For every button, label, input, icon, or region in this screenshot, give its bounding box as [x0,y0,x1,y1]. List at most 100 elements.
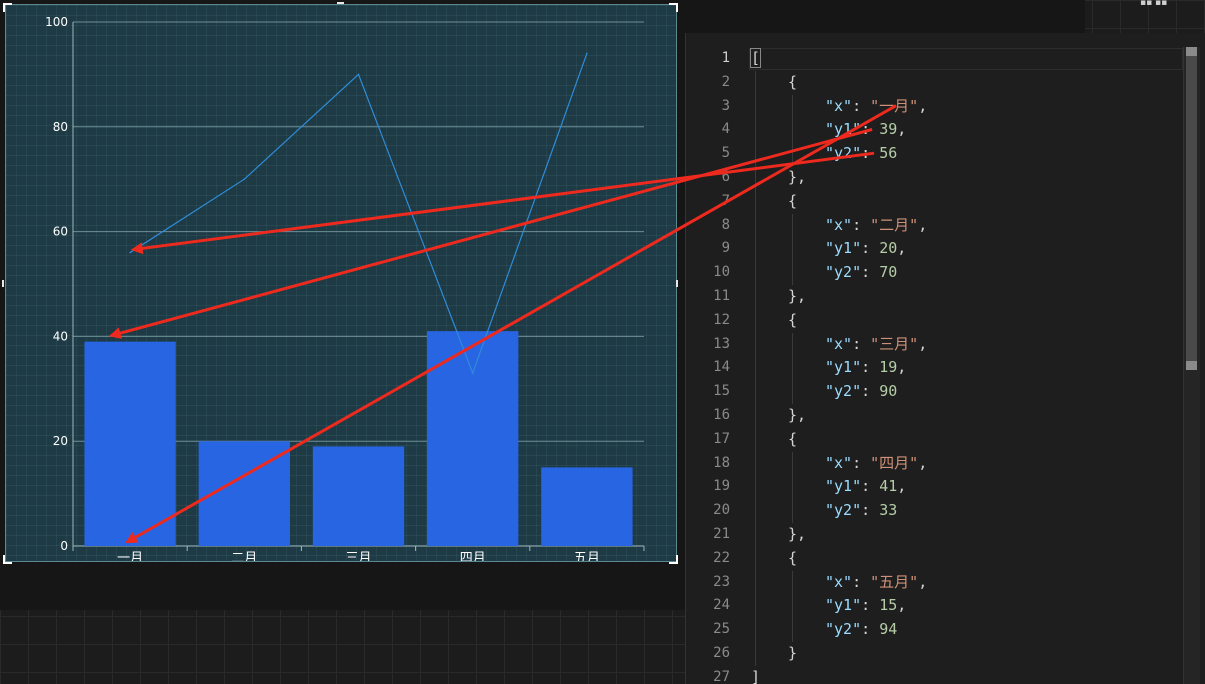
code-token-key: "y1" [825,596,862,615]
code-line[interactable]: 15 "y2": 90 [686,380,1183,404]
line-number: 4 [721,121,730,138]
resize-handle-top[interactable] [337,2,344,4]
line-number: 25 [713,621,730,638]
code-token-str: "三月" [870,334,919,353]
code-text: } [788,642,797,666]
code-text: "x": "四月", [825,452,927,476]
x-tick-label: 一月 [117,551,143,562]
indent-guide [755,356,756,381]
y-tick-label: 60 [53,225,68,239]
line-number: 17 [713,430,730,447]
indent-guide [755,570,756,595]
code-token-pun: }, [788,167,807,186]
indent-guide [755,403,756,428]
series-y2-line [129,53,588,375]
code-token-pun: ] [751,667,761,684]
line-number: 27 [713,668,730,684]
code-line[interactable]: 12 { [686,308,1183,333]
code-line[interactable]: 10 "y2": 70 [686,261,1183,285]
line-number: 7 [721,192,730,209]
line-number: 2 [721,73,730,90]
code-text: { [788,428,797,452]
bar [312,446,405,546]
indent-guide [792,237,793,262]
code-token-pun: , [897,358,907,377]
code-line[interactable]: 2{ [686,70,1183,95]
code-token-str: "二月" [870,215,919,234]
code-token-pun: : [861,501,880,520]
indent-guide [792,475,793,500]
code-line[interactable]: 7{ [686,189,1183,214]
code-line[interactable]: 21}, [686,522,1183,547]
resize-corner-bottom-right[interactable] [669,555,678,564]
code-line[interactable]: 20 "y2": 33 [686,499,1183,523]
code-token-pun: , [918,453,928,472]
code-token-num: 15 [879,596,898,615]
code-line[interactable]: 27] [686,666,1183,684]
code-line[interactable]: 25 "y2": 94 [686,618,1183,642]
resize-handle-left[interactable] [2,280,4,287]
code-line[interactable]: 24 "y1": 15, [686,594,1183,619]
bar [84,341,176,546]
code-line[interactable]: 5 "y2": 56 [686,142,1183,166]
line-point [357,73,360,76]
line-number: 5 [721,145,730,162]
code-line[interactable]: 1[ [686,47,1183,71]
indent-guide [792,94,793,119]
code-line[interactable]: 8 "x": "二月", [686,213,1183,238]
code-line[interactable]: 3 "x": "一月", [686,94,1183,119]
indent-guide [755,546,756,571]
code-token-num: 56 [879,144,898,163]
code-line[interactable]: 17 { [686,427,1183,452]
code-token-pun: { [788,548,798,567]
chart-widget[interactable]: 0 20 40 60 80 100 一月 二月 三月 四月 五月 [5,4,677,562]
code-token-str: "五月" [870,572,919,591]
code-token-pun: : [861,620,880,639]
scrollbar-thumb[interactable] [1186,47,1197,369]
code-line[interactable]: 9 "y1": 20, [686,237,1183,262]
code-line[interactable]: 23 "x": "五月", [686,570,1183,595]
code-token-key: "x" [825,215,853,234]
code-text: "y2": 33 [825,499,897,523]
code-line[interactable]: 16}, [686,403,1183,428]
line-number: 1 [721,50,730,66]
code-token-num: 33 [879,501,898,520]
code-token-pun: { [788,429,798,448]
code-line[interactable]: 6}, [686,165,1183,190]
line-number: 12 [713,311,730,328]
code-text: { [788,190,797,214]
resize-corner-top-left[interactable] [3,3,12,12]
code-token-pun: : [861,263,880,282]
indent-guide [792,594,793,619]
resize-corner-bottom-left[interactable] [3,555,12,564]
code-line[interactable]: 18 "x": "四月", [686,451,1183,476]
code-line[interactable]: 26} [686,641,1183,666]
code-area[interactable]: 1[2{3 "x": "一月", 4 "y1": 39, 5 "y2": 56 6}, 7{8… [686,47,1183,684]
bar [198,441,290,546]
code-token-pun: : [861,144,880,163]
code-token-pun: , [897,120,907,139]
line-number: 22 [713,549,730,566]
editor-scrollbar[interactable] [1183,47,1200,684]
indent-guide [755,427,756,452]
code-text: }, [788,523,806,547]
code-line[interactable]: 19 "y1": 41, [686,475,1183,500]
code-line[interactable]: 13 "x": "三月", [686,332,1183,357]
indent-guide [755,380,756,404]
line-number: 9 [721,240,730,257]
indent-guide [792,332,793,357]
indent-guide [792,499,793,523]
code-token-key: "y1" [825,358,862,377]
indent-guide [755,284,756,309]
json-code-editor[interactable]: 1[2{3 "x": "一月", 4 "y1": 39, 5 "y2": 56 6}, 7{8… [685,33,1205,684]
code-line[interactable]: 22 { [686,546,1183,571]
resize-corner-top-right[interactable] [669,3,678,12]
code-text: "y2": 70 [825,261,897,285]
resize-handle-right[interactable] [676,280,678,287]
indent-guide [755,213,756,238]
code-text: "y1": 19, [825,356,906,380]
code-line[interactable]: 14 "y1": 19, [686,356,1183,381]
line-number: 3 [721,97,730,114]
code-line[interactable]: 11}, [686,284,1183,309]
code-line[interactable]: 4 "y1": 39, [686,118,1183,143]
